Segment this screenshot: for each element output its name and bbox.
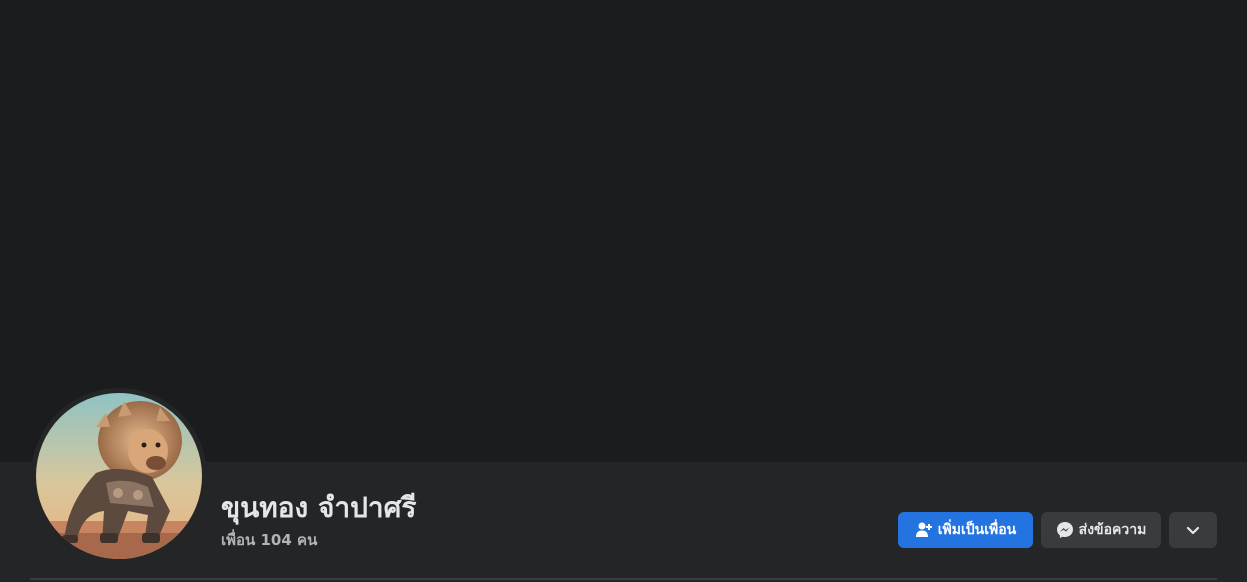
message-label: ส่งข้อความ	[1078, 522, 1147, 538]
profile-page: ขุนทอง จำปาศรี เพื่อน 104 คน เพิ่มเป็นเพ…	[0, 0, 1247, 582]
add-friend-label: เพิ่มเป็นเพื่อน	[937, 522, 1017, 538]
friends-count[interactable]: เพื่อน 104 คน	[221, 528, 317, 552]
messenger-icon	[1056, 521, 1074, 539]
divider	[30, 578, 1217, 580]
message-button[interactable]: ส่งข้อความ	[1041, 512, 1161, 548]
profile-name: ขุนทอง จำปาศรี	[221, 491, 417, 524]
cover-photo[interactable]	[0, 0, 1247, 472]
chevron-down-icon	[1184, 521, 1202, 539]
add-friend-button[interactable]: เพิ่มเป็นเพื่อน	[898, 512, 1033, 548]
add-friend-icon	[915, 521, 933, 539]
avatar[interactable]	[36, 393, 202, 559]
more-options-button[interactable]	[1169, 512, 1217, 548]
lion-robot-avatar-icon	[36, 393, 202, 559]
